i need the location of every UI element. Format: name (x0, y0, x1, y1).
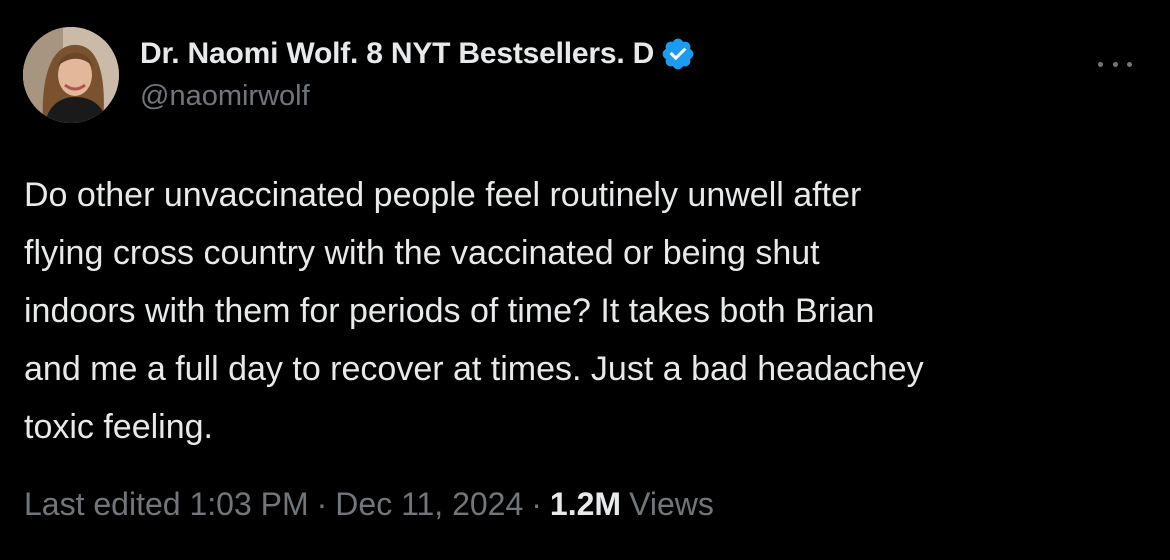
tweet-text-line: indoors with them for periods of time? I… (24, 292, 875, 330)
tweet-text: Do other unvaccinated people feel routin… (24, 166, 1144, 456)
tweet-text-line: toxic feeling. (24, 408, 213, 446)
meta-separator: · (531, 486, 542, 522)
author-name-row: Dr. Naomi Wolf. 8 NYT Bestsellers. D (140, 36, 696, 72)
tweet-text-line: and me a full day to recover at times. J… (24, 350, 924, 388)
display-name[interactable]: Dr. Naomi Wolf. 8 NYT Bestsellers. D (140, 37, 654, 71)
tweet-text-line: flying cross country with the vaccinated… (24, 234, 820, 272)
meta-separator: · (316, 486, 328, 522)
edited-timestamp[interactable]: Last edited 1:03 PM (24, 486, 309, 523)
views-label: Views (629, 486, 714, 522)
more-dot (1127, 61, 1132, 67)
more-options-icon[interactable] (1093, 52, 1137, 76)
tweet-card: Dr. Naomi Wolf. 8 NYT Bestsellers. D @na… (0, 0, 1170, 560)
tweet-meta: Last edited 1:03 PM · Dec 11, 2024 · 1.2… (24, 486, 714, 523)
avatar[interactable] (23, 27, 119, 123)
tweet-date[interactable]: Dec 11, 2024 (335, 486, 523, 523)
author-handle[interactable]: @naomirwolf (140, 80, 310, 113)
tweet-text-line: Do other unvaccinated people feel routin… (24, 176, 862, 214)
views-count[interactable]: 1.2M (550, 486, 621, 523)
more-dot (1112, 61, 1118, 67)
verified-badge-icon (660, 36, 696, 72)
more-dot (1098, 61, 1103, 67)
